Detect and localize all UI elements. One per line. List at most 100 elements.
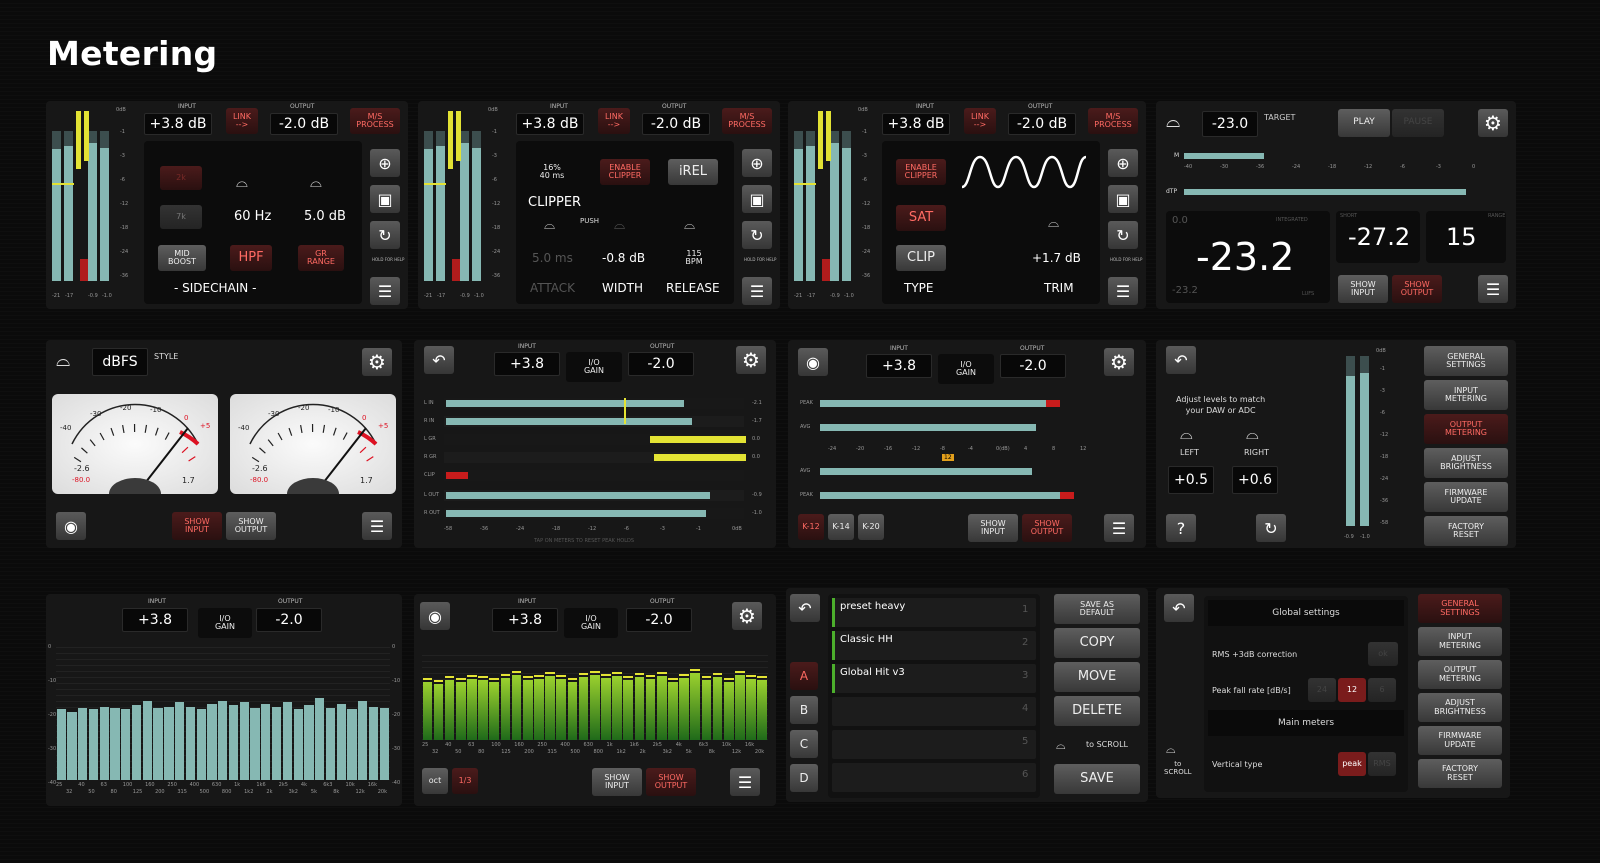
eye-icon[interactable]: ◉ bbox=[798, 348, 828, 376]
mode-icon[interactable]: ⊕ bbox=[1108, 149, 1138, 177]
menu-item[interactable]: INPUT METERING bbox=[1424, 380, 1508, 410]
mode-icon[interactable]: ⊕ bbox=[742, 149, 772, 177]
vu-meter-left[interactable]: -40 -30 -20 -10 0 +5 -2.6 -80.0 1.7 bbox=[52, 394, 218, 494]
preset-row[interactable]: Classic HH 2 bbox=[832, 631, 1036, 660]
level-meters[interactable]: 0dB -1 -3 -6 -12 -18 -24 -36 -21 -17 -0.9 -1.0 bbox=[52, 107, 132, 306]
menu-icon[interactable]: ☰ bbox=[362, 512, 392, 540]
input-value[interactable]: +3.8 bbox=[122, 608, 188, 632]
menu-item[interactable]: FIRMWARE UPDATE bbox=[1424, 482, 1508, 512]
enable-clipper-button[interactable]: ENABLE CLIPPER bbox=[896, 159, 946, 185]
delete-button[interactable]: DELETE bbox=[1054, 696, 1140, 726]
rms-correction-toggle[interactable]: ok bbox=[1368, 642, 1398, 666]
knob-icon[interactable]: ⌓ bbox=[1166, 742, 1176, 757]
output-value[interactable]: -2.0 dB bbox=[270, 113, 338, 135]
hpf-2k-button[interactable]: 2k bbox=[160, 166, 202, 190]
refresh-icon[interactable]: ↻ bbox=[1108, 221, 1138, 249]
copy-button[interactable]: COPY bbox=[1054, 628, 1140, 658]
gr-range-button[interactable]: GR RANGE bbox=[298, 245, 344, 271]
ms-process-button[interactable]: M/S PROCESS bbox=[1088, 108, 1138, 134]
bank-button[interactable]: A bbox=[790, 662, 818, 690]
output-value[interactable]: -2.0 bbox=[256, 608, 322, 632]
show-output-button[interactable]: SHOW OUTPUT bbox=[1392, 275, 1442, 303]
menu-icon[interactable]: ☰ bbox=[1108, 277, 1138, 305]
knob-icon[interactable]: ⌓ bbox=[1180, 424, 1193, 444]
link-button[interactable]: LINK --> bbox=[598, 108, 630, 134]
refresh-icon[interactable]: ↻ bbox=[370, 221, 400, 249]
menu-icon[interactable]: ☰ bbox=[730, 768, 760, 796]
io-gain-button[interactable]: I/O GAIN bbox=[938, 354, 994, 384]
fall-rate-24[interactable]: 24 bbox=[1308, 678, 1336, 702]
show-output-button[interactable]: SHOW OUTPUT bbox=[646, 768, 696, 796]
settings-icon[interactable]: ⚙ bbox=[362, 348, 392, 376]
knob-icon[interactable]: ⌓ bbox=[614, 217, 625, 233]
show-output-button[interactable]: SHOW OUTPUT bbox=[1022, 514, 1072, 542]
preset-row[interactable]: 4 bbox=[832, 697, 1036, 726]
level-meters[interactable]: 0dB -1 -3 -6 -12 -18 -24 -36 -21 -17 -0.9 -1.0 bbox=[424, 107, 504, 306]
dbfs-value[interactable]: dBFS bbox=[92, 348, 148, 376]
bank-button[interactable]: D bbox=[790, 764, 818, 792]
k-meters[interactable]: PEAK AVG AVG PEAK -24 -20 -16 -12 -8 -4 0(dB) 4 8 12 1… bbox=[788, 394, 1146, 504]
knob-icon[interactable]: ⌓ bbox=[544, 217, 555, 233]
fall-rate-12[interactable]: 12 bbox=[1338, 678, 1366, 702]
preset-row[interactable]: 6 bbox=[832, 763, 1036, 792]
menu-item[interactable]: OUTPUT METERING bbox=[1418, 660, 1502, 689]
preset-row[interactable]: 5 bbox=[832, 730, 1036, 759]
knob-icon[interactable]: ⌓ bbox=[236, 173, 248, 191]
right-trim-value[interactable]: +0.6 bbox=[1232, 466, 1278, 494]
menu-item[interactable]: FIRMWARE UPDATE bbox=[1418, 726, 1502, 755]
hpf-7k-button[interactable]: 7k bbox=[160, 205, 202, 229]
knob-icon[interactable]: ⌓ bbox=[684, 217, 695, 233]
irel-button[interactable]: iREL bbox=[668, 159, 718, 185]
back-icon[interactable]: ↶ bbox=[424, 346, 454, 374]
ms-process-button[interactable]: M/S PROCESS bbox=[350, 108, 400, 134]
vertical-rms-option[interactable]: RMS bbox=[1368, 752, 1396, 776]
show-input-button[interactable]: SHOW INPUT bbox=[172, 512, 222, 540]
output-value[interactable]: -2.0 dB bbox=[1008, 113, 1076, 135]
link-button[interactable]: LINK --> bbox=[964, 108, 996, 134]
eye-icon[interactable]: ◉ bbox=[420, 602, 450, 630]
knob-icon[interactable]: ⌓ bbox=[1048, 215, 1059, 231]
save-icon[interactable]: ▣ bbox=[1108, 185, 1138, 213]
move-button[interactable]: MOVE bbox=[1054, 662, 1140, 692]
settings-icon[interactable]: ⚙ bbox=[736, 346, 766, 374]
octave-button[interactable]: oct bbox=[422, 768, 448, 794]
input-value[interactable]: +3.8 bbox=[494, 352, 560, 376]
back-icon[interactable]: ↶ bbox=[1164, 594, 1194, 622]
mid-boost-button[interactable]: MID BOOST bbox=[158, 245, 206, 271]
refresh-icon[interactable]: ↻ bbox=[1256, 514, 1286, 542]
settings-icon[interactable]: ⚙ bbox=[732, 602, 762, 630]
output-value[interactable]: -2.0 bbox=[626, 608, 692, 632]
ms-process-button[interactable]: M/S PROCESS bbox=[722, 108, 772, 134]
output-value[interactable]: -2.0 dB bbox=[642, 113, 710, 135]
menu-icon[interactable]: ☰ bbox=[370, 277, 400, 305]
help-button[interactable]: ? bbox=[1166, 514, 1196, 542]
knob-icon[interactable]: ⌓ bbox=[1166, 111, 1180, 132]
preset-row[interactable]: Global Hit v3 3 bbox=[832, 664, 1036, 693]
settings-icon[interactable]: ⚙ bbox=[1104, 348, 1134, 376]
eye-icon[interactable]: ◉ bbox=[56, 512, 86, 540]
show-input-button[interactable]: SHOW INPUT bbox=[968, 514, 1018, 542]
play-button[interactable]: PLAY bbox=[1338, 109, 1390, 137]
third-octave-button[interactable]: 1/3 bbox=[452, 768, 478, 794]
calibration-meters[interactable]: 0dB -1 -3 -6 -12 -18 -24 -36 -58 -0.9 -1.0 bbox=[1340, 346, 1420, 544]
knob-icon[interactable]: ⌓ bbox=[56, 350, 70, 371]
spectrum-display[interactable]: 0 0 -10 -10 -20 -20 -30 -30 -40 -40 25 40 63 100 160 25… bbox=[46, 640, 402, 806]
menu-item[interactable]: FACTORY RESET bbox=[1424, 516, 1508, 546]
bank-button[interactable]: C bbox=[790, 730, 818, 758]
knob-icon[interactable]: ⌓ bbox=[1056, 738, 1066, 753]
spectrum-display[interactable]: 25 40 63 100 160 250 400 630 1k 1k6 2k5 4k 6k3 10k 16k… bbox=[414, 640, 776, 766]
io-gain-button[interactable]: I/O GAIN bbox=[198, 608, 252, 638]
back-icon[interactable]: ↶ bbox=[1166, 346, 1196, 374]
knob-icon[interactable]: ⌓ bbox=[1246, 424, 1259, 444]
io-gain-button[interactable]: I/O GAIN bbox=[566, 352, 622, 382]
save-icon[interactable]: ▣ bbox=[742, 185, 772, 213]
show-input-button[interactable]: SHOW INPUT bbox=[1338, 275, 1388, 303]
k20-button[interactable]: K-20 bbox=[858, 514, 884, 540]
menu-item[interactable]: OUTPUT METERING bbox=[1424, 414, 1508, 444]
k12-button[interactable]: K-12 bbox=[798, 514, 824, 540]
input-value[interactable]: +3.8 dB bbox=[882, 113, 950, 135]
mode-icon[interactable]: ⊕ bbox=[370, 149, 400, 177]
link-button[interactable]: LINK --> bbox=[226, 108, 258, 134]
refresh-icon[interactable]: ↻ bbox=[742, 221, 772, 249]
pause-button[interactable]: PAUSE bbox=[1392, 109, 1444, 137]
